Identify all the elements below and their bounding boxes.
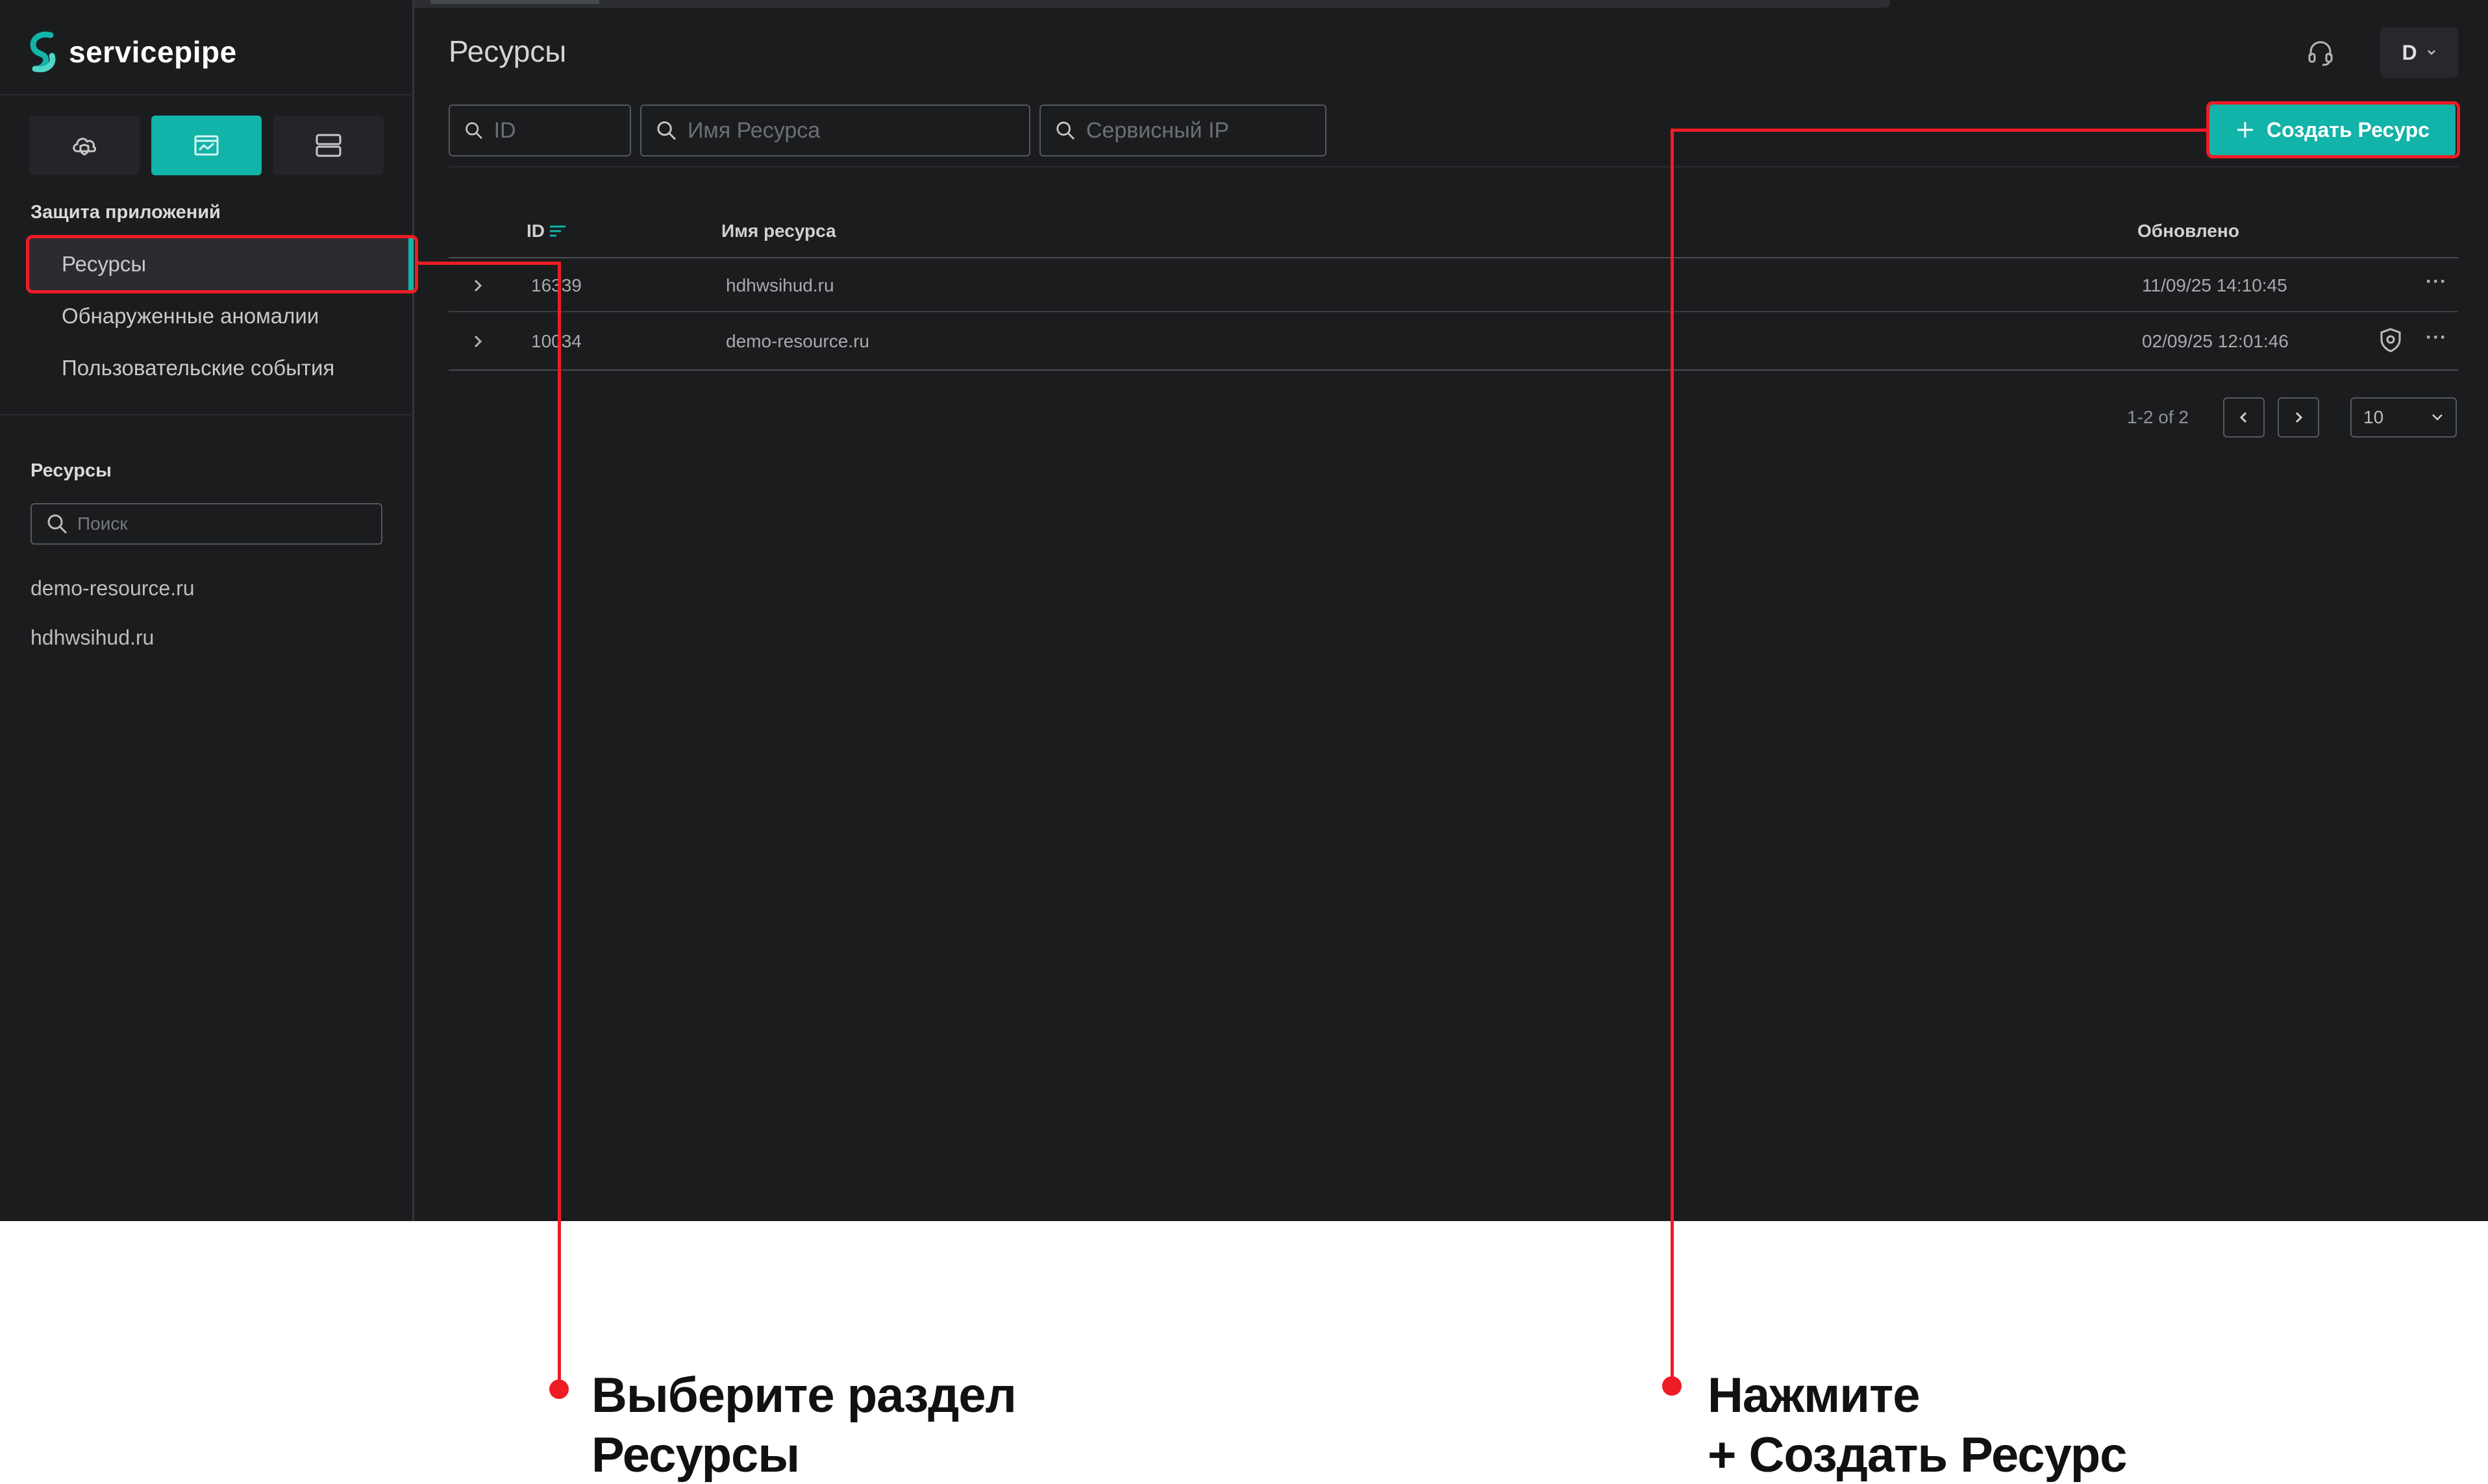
user-menu-button[interactable]: D [2380, 27, 2458, 78]
sort-icon [550, 225, 566, 237]
column-header-updated: Обновлено [2137, 221, 2239, 241]
callout-text-left: Выберите раздел Ресурсы [591, 1366, 1017, 1484]
filter-id[interactable] [449, 105, 631, 156]
sidebar-resource-item[interactable]: demo-resource.ru [31, 576, 195, 600]
table-cell-name[interactable]: hdhwsihud.ru [726, 275, 834, 296]
highlight-resources-item [26, 235, 418, 293]
main-content: Ресурсы D Создать Ресурс [416, 0, 2488, 1221]
table-cell-id: 10034 [531, 331, 582, 351]
callout-text-right: Нажмите + Создать Ресурс [1708, 1366, 2127, 1484]
sidebar-item-anomalies[interactable]: Обнаруженные аномалии [29, 290, 414, 343]
callout-text-line: + Создать Ресурс [1708, 1428, 2127, 1483]
sidebar-divider [0, 94, 414, 95]
table-bottom-line [449, 369, 2458, 371]
section-title-app-protection: Защита приложений [31, 202, 221, 223]
row-expand-button[interactable] [468, 332, 488, 351]
chevron-down-icon [2427, 50, 2435, 55]
page-size-value: 10 [2363, 407, 2384, 427]
chevron-left-icon [2239, 412, 2247, 423]
filter-resource-name-input[interactable] [687, 117, 1029, 143]
search-icon [47, 514, 68, 534]
filter-id-input[interactable] [493, 117, 630, 143]
sidebar-search[interactable] [31, 503, 382, 545]
callout-line [558, 262, 561, 1389]
pagination-next-button[interactable] [2278, 397, 2319, 438]
brand-name: servicepipe [69, 35, 237, 69]
filter-resource-name[interactable] [640, 105, 1030, 156]
brand-logo[interactable]: servicepipe [26, 29, 237, 75]
column-header-id[interactable]: ID [527, 221, 567, 241]
row-expand-button[interactable] [468, 276, 488, 295]
table-row-divider [449, 311, 2458, 312]
mode-tab-network[interactable] [29, 116, 140, 175]
section-title-resources: Ресурсы [31, 460, 112, 481]
sidebar-item-custom-events[interactable]: Пользовательские события [29, 341, 414, 395]
toolbar-divider [449, 166, 2458, 167]
sidebar-divider [0, 414, 414, 415]
mode-tab-applications[interactable] [151, 116, 262, 175]
row-actions-button[interactable]: ··· [2426, 271, 2447, 293]
search-icon [657, 121, 677, 140]
row-actions-button[interactable]: ··· [2426, 327, 2447, 349]
user-initial: D [2402, 40, 2417, 64]
headset-icon [2308, 41, 2333, 66]
callout-text-line: Ресурсы [591, 1428, 800, 1483]
pagination-prev-button[interactable] [2223, 397, 2265, 438]
shield-icon [2380, 328, 2401, 352]
table-cell-updated: 11/09/25 14:10:45 [2142, 275, 2287, 295]
column-header-id-label: ID [527, 221, 545, 241]
table-header-line [449, 257, 2458, 258]
search-icon [1056, 121, 1075, 140]
chevron-right-icon [2295, 412, 2303, 423]
sidebar: servicepipe Защита приложений Ресурсы Об… [0, 0, 414, 1221]
browser-window-icon [194, 135, 219, 156]
table-cell-updated: 02/09/25 12:01:46 [2142, 331, 2289, 351]
chevron-down-icon [2432, 414, 2443, 421]
search-icon [466, 122, 482, 140]
callout-text-line: Нажмите [1708, 1368, 1920, 1423]
chevron-right-icon [474, 335, 482, 348]
callout-text-line: Выберите раздел [591, 1368, 1017, 1423]
servicepipe-logo-icon [30, 31, 56, 73]
mode-tab-servers[interactable] [273, 116, 384, 175]
mode-tabs [29, 116, 384, 175]
cloud-shield-icon [73, 138, 96, 156]
server-icon [316, 134, 342, 157]
page-size-select[interactable]: 10 [2350, 397, 2457, 438]
page-title: Ресурсы [449, 34, 567, 68]
sidebar-resource-item[interactable]: hdhwsihud.ru [31, 626, 154, 650]
sidebar-search-input[interactable] [77, 513, 363, 534]
app-window: servicepipe Защита приложений Ресурсы Об… [0, 0, 2488, 1221]
chevron-right-icon [474, 279, 482, 292]
callout-line [1671, 129, 1674, 1385]
highlight-create-button [2206, 101, 2460, 158]
sidebar-item-label: Обнаруженные аномалии [62, 304, 319, 328]
table-cell-name[interactable]: demo-resource.ru [726, 331, 869, 352]
callout-dot [549, 1379, 569, 1399]
sidebar-item-label: Пользовательские события [62, 356, 335, 380]
support-button[interactable] [2304, 36, 2337, 69]
callout-line [418, 262, 561, 265]
column-header-name: Имя ресурса [721, 221, 836, 241]
filter-service-ip[interactable] [1039, 105, 1326, 156]
callout-dot [1662, 1376, 1682, 1396]
table-cell-id: 16339 [531, 275, 582, 295]
pagination-range: 1-2 of 2 [2127, 407, 2189, 427]
filter-service-ip-input[interactable] [1086, 117, 1325, 143]
callout-line [1671, 129, 2206, 132]
